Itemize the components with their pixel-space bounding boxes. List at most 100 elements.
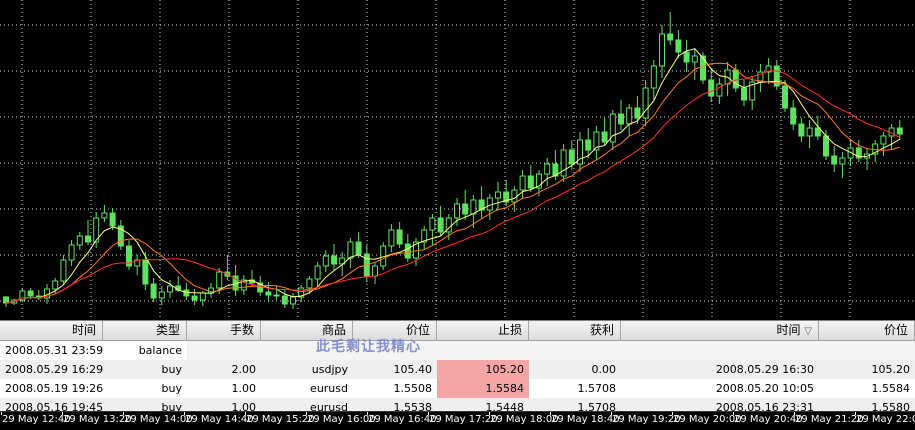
candle-body xyxy=(708,79,715,97)
cell-lots: 2.00 xyxy=(231,363,257,376)
candle-body xyxy=(741,87,747,101)
candle-body xyxy=(454,203,460,219)
cell-close-time: 2008.05.29 16:30 xyxy=(715,363,814,376)
cell-lots: 1.00 xyxy=(231,382,257,395)
candle-body xyxy=(3,296,9,304)
column-header-lots[interactable]: 手数 xyxy=(187,321,261,340)
balance-row-filler xyxy=(187,341,915,360)
column-header-close-time[interactable]: 时间 ▽ xyxy=(621,321,819,340)
cell-type: buy xyxy=(161,382,182,395)
column-header-open-time[interactable]: 时间 xyxy=(0,321,103,340)
candle-body xyxy=(396,229,403,245)
column-header-label: 手数 xyxy=(229,323,254,337)
column-header-label: 价位 xyxy=(883,323,908,337)
time-axis-tick-label: 29 May 14:00 xyxy=(124,414,193,425)
cell-open-time: 2008.05.29 16:29 xyxy=(5,363,104,376)
candle-body xyxy=(68,244,75,261)
time-axis-tick-mark xyxy=(306,412,307,415)
trade-history-panel[interactable]: 时间 类型 手数 商品 价位 止损 获利 时间 ▽ 价位 2008.05.31 … xyxy=(0,320,915,412)
candle-body xyxy=(331,255,337,265)
candle-body xyxy=(429,217,436,231)
candle-body xyxy=(290,296,296,305)
candle-body xyxy=(667,33,674,41)
candle-body xyxy=(314,265,321,280)
table-row[interactable]: 2008.05.29 16:29 buy 2.00 usdjpy 105.40 … xyxy=(0,360,915,379)
time-axis-tick-label: 29 May 20:00 xyxy=(673,414,742,425)
time-axis-tick-mark xyxy=(794,412,795,415)
column-header-label: 止损 xyxy=(497,323,522,337)
candle-body xyxy=(585,139,592,151)
candle-body xyxy=(732,69,739,89)
candle-body xyxy=(896,127,903,135)
cell-symbol: usdjpy xyxy=(311,363,348,376)
time-axis-tick-mark xyxy=(672,412,673,415)
time-axis-tick-mark xyxy=(123,412,124,415)
watermark-text: 此毛剩让我精心 xyxy=(316,339,421,355)
column-header-label: 时间 xyxy=(71,323,96,337)
time-axis-tick-label: 29 May 14:40 xyxy=(185,414,254,425)
candlestick-chart-svg[interactable] xyxy=(0,0,915,320)
cell-open-time: 2008.05.31 23:59 xyxy=(5,344,104,357)
cell-type: buy xyxy=(161,363,182,376)
candle-body xyxy=(716,83,723,97)
cell-stop-loss: 105.20 xyxy=(437,360,529,379)
candle-body xyxy=(322,255,329,267)
candle-body xyxy=(568,149,575,165)
candle-body xyxy=(683,51,690,63)
candle-body xyxy=(527,175,534,189)
time-axis-tick-label: 29 May 21:20 xyxy=(795,414,864,425)
time-axis-tick-label: 29 May 22:00 xyxy=(856,414,915,425)
candle-body xyxy=(675,39,682,53)
moving-average-long-line xyxy=(5,70,901,304)
time-axis: 29 May 12:40 29 May 13:20 29 May 14:00 29 M… xyxy=(0,411,915,430)
time-axis-tick-label: 29 May 20:40 xyxy=(734,414,803,425)
time-axis-tick-mark xyxy=(245,412,246,415)
candle-body xyxy=(355,241,362,255)
time-axis-tick-mark xyxy=(367,412,368,415)
candle-body xyxy=(782,85,788,109)
column-header-stop-loss[interactable]: 止损 xyxy=(437,321,529,340)
cell-close-time: 2008.05.16 23:31 xyxy=(715,401,814,412)
candle-body xyxy=(216,271,223,289)
moving-average-slow-line xyxy=(5,62,900,304)
candle-body xyxy=(519,175,526,191)
candle-body xyxy=(486,197,493,211)
cell-open-time: 2008.05.16 19:45 xyxy=(5,401,104,412)
column-header-label: 时间 xyxy=(776,323,801,337)
time-axis-tick-label: 29 May 18:40 xyxy=(551,414,620,425)
candle-body xyxy=(191,295,198,301)
sort-descending-icon: ▽ xyxy=(804,326,812,337)
cell-close-price: 1.5580 xyxy=(871,401,911,412)
table-row[interactable]: 2008.05.16 19:45 buy 1.00 eurusd 1.5538 … xyxy=(0,398,915,412)
cell-close-price: 105.20 xyxy=(871,363,911,376)
candle-body xyxy=(388,229,395,247)
time-axis-tick-label: 29 May 15:20 xyxy=(246,414,315,425)
table-row[interactable]: 2008.05.19 19:26 buy 1.00 eurusd 1.5508 … xyxy=(0,379,915,398)
time-axis-tick-mark xyxy=(550,412,551,415)
column-header-type[interactable]: 类型 xyxy=(103,321,187,340)
candle-body xyxy=(306,278,313,289)
column-header-close-price[interactable]: 价位 xyxy=(819,321,915,340)
cell-close-price: 1.5584 xyxy=(871,382,911,395)
time-axis-tick-mark xyxy=(489,412,490,415)
time-axis-tick-mark xyxy=(611,412,612,415)
candle-body xyxy=(470,199,477,215)
cell-take-profit: 1.5708 xyxy=(577,401,617,412)
time-axis-tick-label: 29 May 19:20 xyxy=(612,414,681,425)
time-axis-tick-label: 29 May 13:20 xyxy=(63,414,132,425)
candle-body xyxy=(404,243,411,259)
cell-symbol: eurusd xyxy=(310,382,348,395)
candle-body xyxy=(601,131,608,143)
column-header-take-profit[interactable]: 获利 xyxy=(529,321,621,340)
table-row[interactable]: 2008.05.31 23:59 balance xyxy=(0,341,915,360)
column-header-label: 价位 xyxy=(405,323,430,337)
candle-body xyxy=(650,65,657,89)
candle-body xyxy=(60,259,67,282)
candle-body xyxy=(495,191,501,199)
candle-body xyxy=(806,127,813,137)
candle-body xyxy=(167,285,173,293)
price-chart[interactable] xyxy=(0,0,915,320)
column-header-label: 商品 xyxy=(321,323,346,337)
candle-body xyxy=(831,155,838,165)
time-axis-tick-mark xyxy=(428,412,429,415)
